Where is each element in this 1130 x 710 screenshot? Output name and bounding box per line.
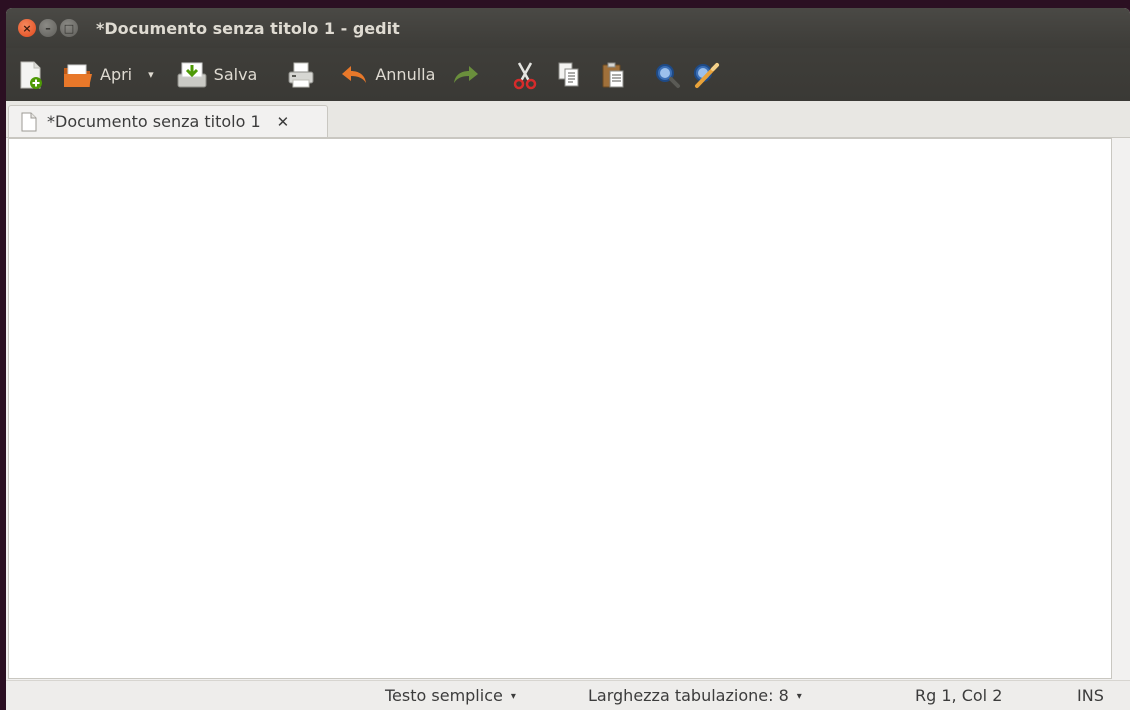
paste-icon — [599, 60, 627, 90]
redo-icon — [451, 60, 481, 90]
tab-width-label: Larghezza tabulazione: 8 — [588, 686, 789, 705]
cursor-position: Rg 1, Col 2 — [915, 686, 1003, 705]
toolbar: Apri ▾ Salva Annulla — [6, 48, 1130, 101]
chevron-down-icon: ▾ — [510, 691, 516, 702]
window-controls: × – □ — [18, 19, 78, 37]
save-icon — [176, 60, 208, 90]
window-title: *Documento senza titolo 1 - gedit — [96, 18, 400, 38]
copy-button[interactable] — [555, 55, 583, 95]
open-button[interactable]: Apri — [62, 55, 132, 95]
new-document-icon — [18, 60, 44, 90]
replace-button[interactable] — [691, 55, 721, 95]
language-label: Testo semplice — [385, 686, 503, 705]
undo-icon — [339, 60, 369, 90]
cut-button[interactable] — [511, 55, 539, 95]
tab-width-selector[interactable]: Larghezza tabulazione: 8 ▾ — [588, 686, 802, 705]
close-window-button[interactable]: × — [18, 19, 36, 37]
copy-icon — [555, 60, 583, 90]
insert-mode-indicator: INS — [1077, 686, 1104, 705]
undo-button[interactable]: Annulla — [339, 55, 435, 95]
new-document-button[interactable] — [18, 55, 44, 95]
chevron-down-icon: ▾ — [796, 691, 802, 702]
tab-document[interactable]: *Documento senza titolo 1 ✕ — [8, 105, 328, 137]
search-replace-icon — [691, 60, 721, 90]
gedit-window: × – □ *Documento senza titolo 1 - gedit — [6, 8, 1130, 710]
tab-bar: *Documento senza titolo 1 ✕ — [6, 101, 1130, 138]
tab-close-icon[interactable]: ✕ — [277, 113, 290, 131]
language-selector[interactable]: Testo semplice ▾ — [385, 686, 516, 705]
text-editor-area[interactable] — [8, 138, 1112, 679]
tab-label: *Documento senza titolo 1 — [47, 112, 261, 131]
folder-open-icon — [62, 60, 94, 90]
title-bar: × – □ *Documento senza titolo 1 - gedit — [6, 8, 1130, 48]
paste-button[interactable] — [599, 55, 627, 95]
status-bar: Testo semplice ▾ Larghezza tabulazione: 8… — [6, 680, 1130, 710]
save-button[interactable]: Salva — [176, 55, 258, 95]
undo-label: Annulla — [375, 65, 436, 84]
find-button[interactable] — [653, 55, 681, 95]
maximize-window-button[interactable]: □ — [60, 19, 78, 37]
open-label: Apri — [100, 65, 133, 84]
save-label: Salva — [213, 65, 258, 84]
print-icon — [287, 60, 315, 90]
minimize-window-button[interactable]: – — [39, 19, 57, 37]
text-document-icon — [21, 112, 37, 132]
search-icon — [653, 60, 681, 90]
print-button[interactable] — [287, 55, 315, 95]
open-dropdown-button[interactable]: ▾ — [148, 55, 154, 95]
cut-icon — [511, 60, 539, 90]
redo-button[interactable] — [451, 55, 481, 95]
